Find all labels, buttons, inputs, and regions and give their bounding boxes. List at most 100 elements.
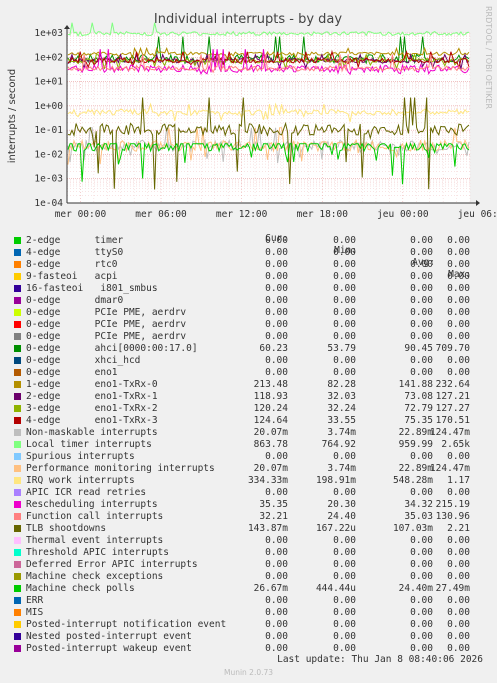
legend-series-name: Deferred Error APIC interrupts: [26, 559, 198, 570]
legend-value-cur: 0.00: [265, 451, 288, 462]
legend-series-name: 0-edge PCIe PME, aerdrv: [26, 307, 187, 318]
legend-value-max: 0.00: [447, 295, 470, 306]
legend-value-cur: 118.93: [253, 391, 288, 402]
legend-value-max: 0.00: [447, 319, 470, 330]
legend-value-min: 0.00: [333, 247, 356, 258]
legend-swatch: [14, 393, 21, 400]
legend-row: 1-edge eno1-TxRx-0 213.48 82.28 141.88 232.6…: [0, 379, 497, 391]
legend-value-min: 764.92: [321, 439, 356, 450]
legend-row: 2-edge eno1-TxRx-1 118.93 32.03 73.08 127.21: [0, 391, 497, 403]
legend-series-name: 16-fasteoi i801_smbus: [26, 283, 158, 294]
legend-value-min: 32.03: [327, 391, 356, 402]
legend-value-cur: 0.00: [265, 259, 288, 270]
legend-value-min: 53.79: [327, 343, 356, 354]
legend-row: APIC ICR read retries 0.00 0.00 0.00 0.00: [0, 487, 497, 499]
y-tick-label: 1e+00: [34, 101, 63, 112]
legend-value-min: 0.00: [333, 271, 356, 282]
legend-value-cur: 0.00: [265, 607, 288, 618]
legend-swatch: [14, 345, 21, 352]
legend-row: Rescheduling interrupts 35.35 20.30 34.32 21…: [0, 499, 497, 511]
legend-swatch: [14, 609, 21, 616]
legend-series-name: 0-edge xhci_hcd: [26, 355, 141, 366]
legend-value-cur: 0.00: [265, 355, 288, 366]
legend-value-min: 0.00: [333, 235, 356, 246]
legend-row: 0-edge eno1 0.00 0.00 0.00 0.00: [0, 367, 497, 379]
legend-value-cur: 0.00: [265, 271, 288, 282]
legend-row: 8-edge rtc0 0.00 0.00 0.00 0.00: [0, 259, 497, 271]
y-tick-label: 1e-01: [34, 125, 63, 136]
legend-value-min: 0.00: [333, 595, 356, 606]
legend-row: 0-edge xhci_hcd 0.00 0.00 0.00 0.00: [0, 355, 497, 367]
legend-value-min: 0.00: [333, 331, 356, 342]
legend-value-max: 215.19: [435, 499, 470, 510]
legend-swatch: [14, 429, 21, 436]
legend-value-max: 0.00: [447, 235, 470, 246]
legend-series-name: 2-edge eno1-TxRx-1: [26, 391, 158, 402]
legend-swatch: [14, 237, 21, 244]
legend-value-min: 20.30: [327, 499, 356, 510]
legend-value-max: 0.00: [447, 487, 470, 498]
legend-row: IRQ work interrupts 334.33m 198.91m 548.28m…: [0, 475, 497, 487]
legend-value-cur: 0.00: [265, 367, 288, 378]
legend-value-max: 0.00: [447, 571, 470, 582]
legend-value-cur: 0.00: [265, 559, 288, 570]
y-tick-label: 1e-04: [34, 198, 63, 209]
legend-row: Threshold APIC interrupts 0.00 0.00 0.00 0.0…: [0, 547, 497, 559]
legend-value-cur: 0.00: [265, 319, 288, 330]
legend-series-name: 3-edge eno1-TxRx-2: [26, 403, 158, 414]
x-tick-label: jeu 00:00: [377, 209, 429, 220]
legend-value-min: 0.00: [333, 535, 356, 546]
legend-row: Nested posted-interrupt event 0.00 0.00 0.0…: [0, 631, 497, 643]
legend-row: 4-edge ttyS0 0.00 0.00 0.00 0.00: [0, 247, 497, 259]
legend-series-name: 1-edge eno1-TxRx-0: [26, 379, 158, 390]
legend-value-min: 24.40: [327, 511, 356, 522]
legend-value-cur: 0.00: [265, 487, 288, 498]
legend-value-cur: 0.00: [265, 535, 288, 546]
legend-swatch: [14, 333, 21, 340]
legend-series-name: Nested posted-interrupt event: [26, 631, 192, 642]
munin-version: Munin 2.0.73: [223, 668, 274, 677]
y-axis-label: interrupts / second: [7, 69, 18, 163]
legend-value-max: 0.00: [447, 271, 470, 282]
legend-value-cur: 0.00: [265, 331, 288, 342]
legend-series-name: APIC ICR read retries: [26, 487, 147, 498]
legend-value-min: 167.22u: [315, 523, 356, 534]
legend-value-min: 0.00: [333, 631, 356, 642]
legend-value-max: 27.49m: [435, 583, 470, 594]
legend-swatch: [14, 249, 21, 256]
legend-swatch: [14, 381, 21, 388]
legend-value-cur: 0.00: [265, 571, 288, 582]
legend-value-max: 2.65k: [441, 439, 470, 450]
legend-value-cur: 0.00: [265, 595, 288, 606]
legend-swatch: [14, 465, 21, 472]
legend-series-name: IRQ work interrupts: [26, 475, 135, 486]
legend-swatch: [14, 501, 21, 508]
rrdtool-credit: RRDTOOL / TOBI OETIKER: [484, 6, 493, 109]
legend-swatch: [14, 309, 21, 316]
legend-row: Function call interrupts 32.21 24.40 35.03 1…: [0, 511, 497, 523]
legend-series-name: 2-edge timer: [26, 235, 124, 246]
legend-value-cur: 20.07m: [253, 463, 288, 474]
legend-value-cur: 0.00: [265, 547, 288, 558]
legend-value-max: 1.17: [447, 475, 470, 486]
legend-swatch: [14, 357, 21, 364]
legend-value-min: 0.00: [333, 307, 356, 318]
x-tick-label: mer 18:00: [296, 209, 348, 220]
legend-value-min: 0.00: [333, 319, 356, 330]
legend-swatch: [14, 633, 21, 640]
legend-swatch: [14, 261, 21, 268]
legend-row: 16-fasteoi i801_smbus 0.00 0.00 0.00 0.00: [0, 283, 497, 295]
legend-swatch: [14, 537, 21, 544]
chart-title: Individual interrupts - by day: [154, 12, 342, 27]
x-axis-arrow: [476, 200, 480, 206]
legend-value-cur: 0.00: [265, 631, 288, 642]
legend-value-max: 0.00: [447, 283, 470, 294]
legend-row: TLB shootdowns 143.87m 167.22u 107.03m 2.21: [0, 523, 497, 535]
legend-value-min: 32.24: [327, 403, 356, 414]
legend-series-name: Function call interrupts: [26, 511, 164, 522]
legend-swatch: [14, 621, 21, 628]
legend-series-name: 0-edge PCIe PME, aerdrv: [26, 331, 187, 342]
legend-series-name: 9-fasteoi acpi: [26, 271, 118, 282]
legend-swatch: [14, 549, 21, 556]
legend-swatch: [14, 405, 21, 412]
